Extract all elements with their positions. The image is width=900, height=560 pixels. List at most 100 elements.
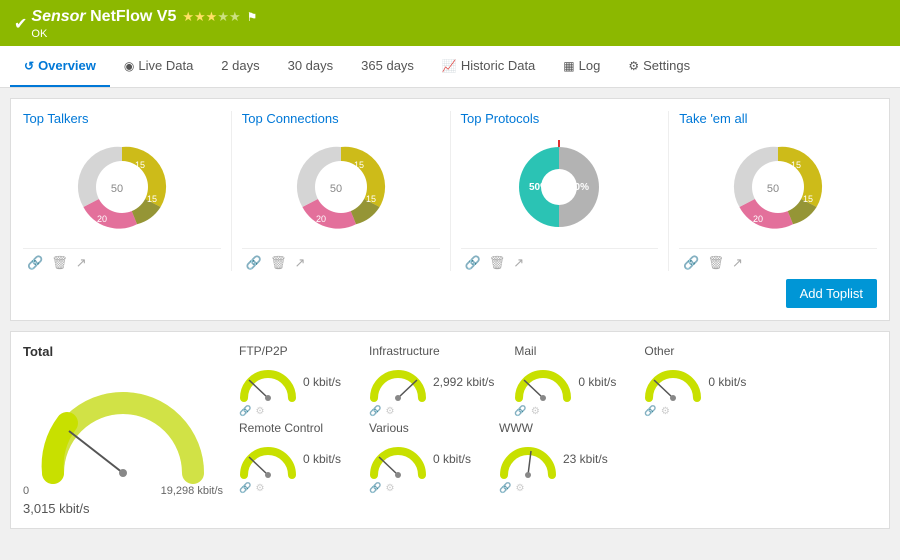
historic-icon: 📈 [442, 59, 457, 73]
gauges-grid: FTP/P2P 0 kbit/s 🔗 ⚙ [239, 344, 877, 494]
gauge-ftp-p2p: FTP/P2P 0 kbit/s 🔗 ⚙ [239, 344, 349, 417]
tab-30days[interactable]: 30 days [274, 46, 348, 87]
gauge-www: WWW 23 kbit/s 🔗 ⚙ [499, 421, 609, 494]
www-label: WWW [499, 421, 609, 435]
flag-icon: ⚑ [247, 10, 258, 24]
tab-overview[interactable]: ↺ Overview [10, 46, 110, 87]
mail-bottom: 0 kbit/s [514, 360, 624, 402]
top-talkers-donut: 15 15 20 50 [62, 132, 182, 242]
charts-row: Top Talkers [23, 111, 877, 271]
header: ✔ Sensor NetFlow V5 ★★★★★ ⚑ OK [0, 0, 900, 46]
svg-text:15: 15 [366, 194, 376, 204]
check-icon: ✔ [14, 14, 27, 34]
ftp-settings-icon[interactable]: ⚙ [255, 406, 264, 417]
delete-icon[interactable]: 🗑 [270, 255, 287, 271]
mail-value: 0 kbit/s [578, 375, 616, 389]
various-icons: 🔗 ⚙ [369, 483, 479, 494]
infra-link-icon[interactable]: 🔗 [369, 406, 381, 417]
other-icons: 🔗 ⚙ [644, 406, 754, 417]
infra-label: Infrastructure [369, 344, 494, 358]
delete-icon[interactable]: 🗑 [51, 255, 68, 271]
overview-icon: ↺ [24, 59, 34, 73]
tab-365days[interactable]: 365 days [347, 46, 428, 87]
svg-text:20: 20 [753, 214, 763, 224]
chart-top-protocols: Top Protocols 50% [461, 111, 670, 271]
remote-settings-icon[interactable]: ⚙ [255, 483, 264, 494]
remote-label: Remote Control [239, 421, 349, 435]
svg-text:50: 50 [111, 183, 123, 195]
tab-live-data[interactable]: ◉ Live Data [110, 46, 207, 87]
top-connections-area: 15 15 20 50 🔗 🗑 ↗ [242, 132, 440, 271]
link-icon[interactable]: 🔗 [683, 255, 699, 271]
external-icon[interactable]: ↗ [513, 255, 524, 271]
svg-text:15: 15 [135, 160, 145, 170]
tab-bar: ↺ Overview ◉ Live Data 2 days 30 days 36… [0, 46, 900, 88]
remote-bottom: 0 kbit/s [239, 437, 349, 479]
mail-settings-icon[interactable]: ⚙ [531, 406, 540, 417]
svg-text:15: 15 [354, 160, 364, 170]
remote-link-icon[interactable]: 🔗 [239, 483, 251, 494]
infra-icons: 🔗 ⚙ [369, 406, 494, 417]
top-talkers-title: Top Talkers [23, 111, 89, 126]
take-em-all-donut: 15 15 20 50 [718, 132, 838, 242]
www-link-icon[interactable]: 🔗 [499, 483, 511, 494]
tab-settings[interactable]: ⚙ Settings [614, 46, 704, 87]
top-connections-donut: 15 15 20 50 [281, 132, 401, 242]
bottom-inner: Total 0 19,298 [23, 344, 877, 516]
top-protocols-area: 50% 50% 🔗 🗑 ↗ [461, 132, 659, 271]
tab-historic-data[interactable]: 📈 Historic Data [428, 46, 549, 87]
total-value: 3,015 kbit/s [23, 501, 90, 516]
other-bottom: 0 kbit/s [644, 360, 754, 402]
svg-text:20: 20 [97, 214, 107, 224]
ftp-icons: 🔗 ⚙ [239, 406, 349, 417]
other-settings-icon[interactable]: ⚙ [661, 406, 670, 417]
top-connections-title: Top Connections [242, 111, 339, 126]
gauge-various: Various 0 kbit/s 🔗 ⚙ [369, 421, 479, 494]
ftp-link-icon[interactable]: 🔗 [239, 406, 251, 417]
various-value: 0 kbit/s [433, 452, 471, 466]
infra-value: 2,992 kbit/s [433, 375, 494, 389]
delete-icon[interactable]: 🗑 [489, 255, 506, 271]
link-icon[interactable]: 🔗 [246, 255, 262, 271]
external-icon[interactable]: ↗ [732, 255, 743, 271]
svg-text:15: 15 [803, 194, 813, 204]
gauge-mail: Mail 0 kbit/s 🔗 ⚙ [514, 344, 624, 417]
add-toplist-button[interactable]: Add Toplist [786, 279, 877, 308]
svg-text:15: 15 [791, 160, 801, 170]
various-bottom: 0 kbit/s [369, 437, 479, 479]
mail-label: Mail [514, 344, 624, 358]
link-icon[interactable]: 🔗 [465, 255, 481, 271]
ftp-label: FTP/P2P [239, 344, 349, 358]
ftp-value: 0 kbit/s [303, 375, 341, 389]
gauges-row-2: Remote Control 0 kbit/s 🔗 ⚙ [239, 421, 877, 494]
remote-value: 0 kbit/s [303, 452, 341, 466]
link-icon[interactable]: 🔗 [27, 255, 43, 271]
svg-text:50%: 50% [569, 182, 589, 193]
gauge-min: 0 [23, 485, 29, 497]
other-link-icon[interactable]: 🔗 [644, 406, 656, 417]
settings-icon: ⚙ [628, 59, 639, 73]
take-em-all-area: 15 15 20 50 🔗 🗑 ↗ [679, 132, 877, 271]
delete-icon[interactable]: 🗑 [707, 255, 724, 271]
tab-log[interactable]: ▦ Log [549, 46, 614, 87]
external-icon[interactable]: ↗ [294, 255, 305, 271]
top-talkers-area: 15 15 20 50 🔗 🗑 ↗ [23, 132, 221, 271]
tab-2days[interactable]: 2 days [207, 46, 273, 87]
various-link-icon[interactable]: 🔗 [369, 483, 381, 494]
infra-settings-icon[interactable]: ⚙ [385, 406, 394, 417]
chart-top-connections: Top Connections 15 15 20 50 [242, 111, 451, 271]
total-column: Total 0 19,298 [23, 344, 223, 516]
external-icon[interactable]: ↗ [76, 255, 87, 271]
www-settings-icon[interactable]: ⚙ [515, 483, 524, 494]
take-em-all-title: Take 'em all [679, 111, 747, 126]
svg-text:20: 20 [316, 214, 326, 224]
various-settings-icon[interactable]: ⚙ [385, 483, 394, 494]
mail-link-icon[interactable]: 🔗 [514, 406, 526, 417]
take-em-all-icons: 🔗 🗑 ↗ [679, 248, 877, 271]
mail-icons: 🔗 ⚙ [514, 406, 624, 417]
top-protocols-title: Top Protocols [461, 111, 540, 126]
svg-text:15: 15 [147, 194, 157, 204]
ftp-bottom: 0 kbit/s [239, 360, 349, 402]
star-rating: ★★★★★ [182, 9, 240, 25]
gauge-other: Other 0 kbit/s 🔗 ⚙ [644, 344, 754, 417]
